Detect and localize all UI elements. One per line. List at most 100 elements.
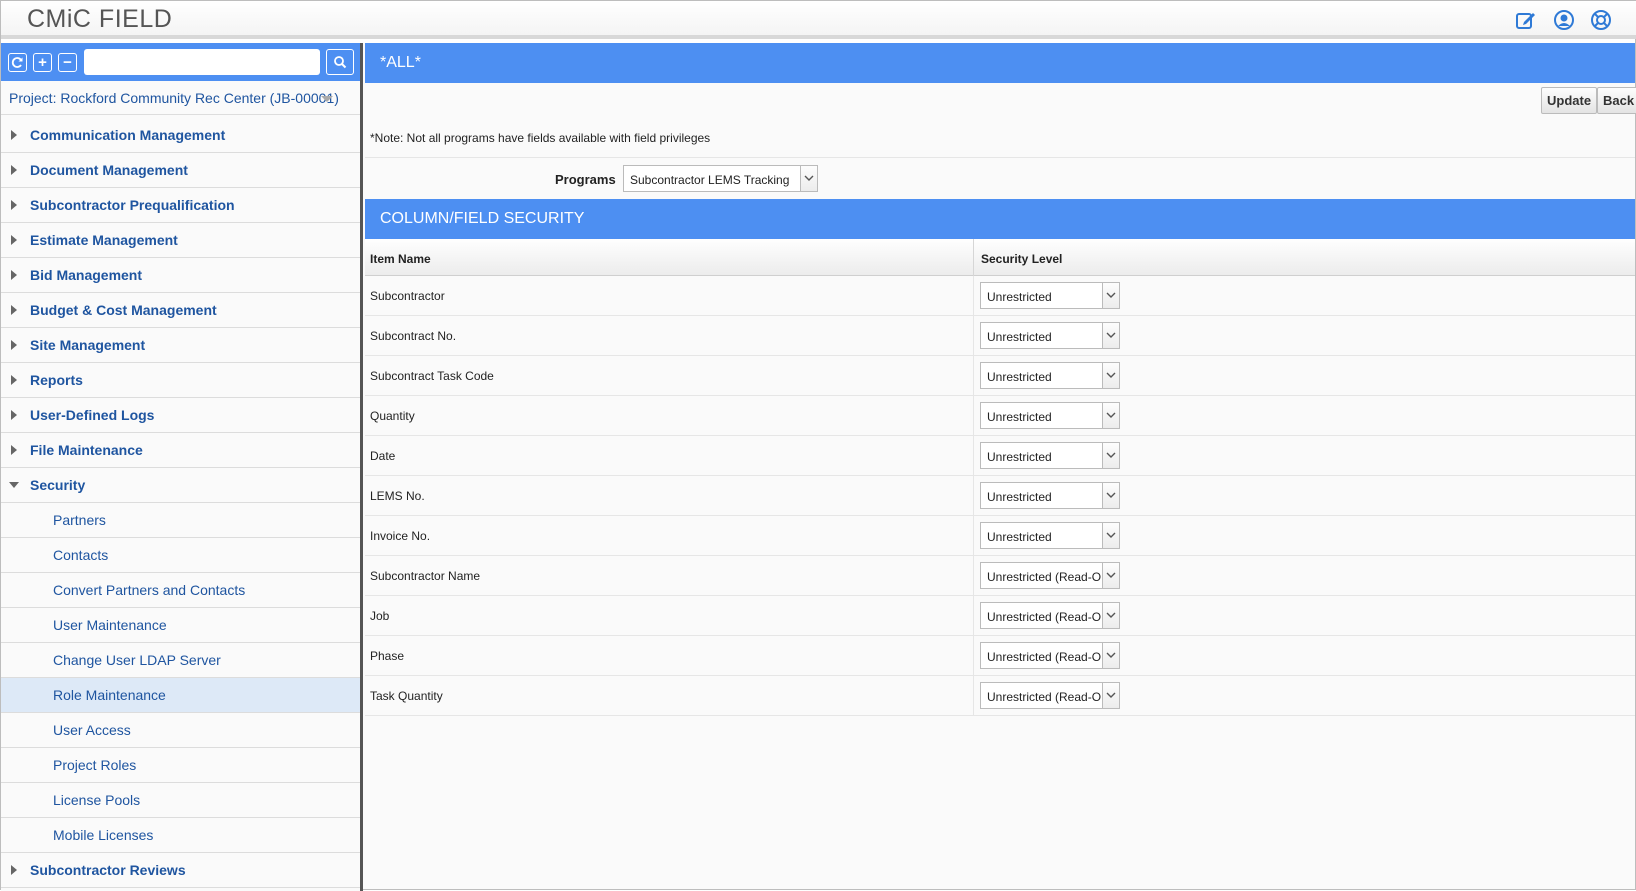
column-divider [973,436,974,476]
sidebar-item-user-access[interactable]: User Access [1,713,360,748]
security-level-select[interactable]: Unrestricted [980,442,1120,469]
caret-right-icon[interactable] [11,375,17,385]
chevron-down-icon [321,96,333,102]
security-level-value: Unrestricted [987,450,1052,464]
caret-right-icon[interactable] [11,305,17,315]
sidebar-item-user-maintenance[interactable]: User Maintenance [1,608,360,643]
caret-right-icon[interactable] [11,130,17,140]
sidebar-item-communication-management[interactable]: Communication Management [1,118,360,153]
refresh-button[interactable] [8,53,27,72]
help-icon[interactable] [1590,9,1612,31]
refresh-icon [11,57,23,68]
chevron-down-icon [1102,283,1119,308]
update-button[interactable]: Update [1541,87,1598,114]
security-level-select[interactable]: Unrestricted (Read-O [980,562,1120,589]
caret-right-icon[interactable] [11,340,17,350]
table-row: Date Unrestricted [365,436,1635,476]
back-button[interactable]: Back [1597,87,1636,114]
sidebar-item-reports[interactable]: Reports [1,363,360,398]
column-divider [973,556,974,596]
sidebar-search-button[interactable] [326,49,354,75]
security-level-select[interactable]: Unrestricted [980,322,1120,349]
sidebar-item-label: Contacts [53,547,109,563]
sidebar-item-convert-partners-and-contacts[interactable]: Convert Partners and Contacts [1,573,360,608]
caret-down-icon[interactable] [9,482,19,488]
collapse-all-button[interactable]: − [58,53,77,72]
user-icon[interactable] [1553,9,1575,31]
sidebar-item-project-roles[interactable]: Project Roles [1,748,360,783]
column-divider [973,636,974,676]
security-level-select[interactable]: Unrestricted [980,282,1120,309]
programs-select-value: Subcontractor LEMS Tracking [630,173,790,187]
caret-right-icon[interactable] [11,165,17,175]
expand-all-button[interactable]: + [33,53,52,72]
caret-right-icon[interactable] [11,445,17,455]
sidebar-item-role-maintenance[interactable]: Role Maintenance [1,678,360,713]
sidebar-item-label: Project Roles [53,757,137,773]
caret-right-icon[interactable] [11,270,17,280]
sidebar-item-label: User-Defined Logs [30,407,155,423]
project-selector[interactable]: Project: Rockford Community Rec Center (… [1,81,360,115]
security-level-select[interactable]: Unrestricted [980,402,1120,429]
caret-right-icon[interactable] [11,200,17,210]
sidebar-item-mobile-licenses[interactable]: Mobile Licenses [1,818,360,853]
app-header: CMiC FIELD [1,1,1636,39]
edit-icon[interactable] [1515,9,1537,31]
sidebar-item-label: Convert Partners and Contacts [53,582,246,598]
sidebar-item-estimate-management[interactable]: Estimate Management [1,223,360,258]
caret-right-icon[interactable] [11,235,17,245]
sidebar-item-subcontractor-reviews[interactable]: Subcontractor Reviews [1,853,360,888]
security-level-value: Unrestricted (Read-O [987,610,1101,624]
security-level-select[interactable]: Unrestricted (Read-O [980,642,1120,669]
sidebar-item-label: Site Management [30,337,146,353]
sidebar-item-budget-cost-management[interactable]: Budget & Cost Management [1,293,360,328]
column-divider [973,239,974,276]
security-level-value: Unrestricted [987,370,1052,384]
caret-right-icon[interactable] [11,865,17,875]
caret-right-icon[interactable] [11,410,17,420]
sidebar-item-security[interactable]: Security [1,468,360,503]
security-level-value: Unrestricted [987,410,1052,424]
item-name: Date [370,449,396,463]
table-header: Item Name Security Level [365,239,1635,276]
sidebar-item-label: License Pools [53,792,141,808]
sidebar-item-contacts[interactable]: Contacts [1,538,360,573]
table-body: Subcontractor Unrestricted Subcontract No.… [365,276,1635,716]
item-name: Quantity [370,409,415,423]
chevron-down-icon [1102,643,1119,668]
sidebar-search-input[interactable] [84,49,320,75]
search-icon [334,56,347,69]
security-level-select[interactable]: Unrestricted [980,522,1120,549]
sidebar-item-document-management[interactable]: Document Management [1,153,360,188]
sidebar-item-label: Security [30,477,86,493]
field-security-table: Item Name Security Level Subcontractor Un… [365,239,1635,716]
project-label: Project: Rockford Community Rec Center (… [9,90,339,106]
sidebar-item-label: Subcontractor Prequalification [30,197,235,213]
sidebar-item-license-pools[interactable]: License Pools [1,783,360,818]
column-divider [973,356,974,396]
sidebar-item-subcontractor-prequalification[interactable]: Subcontractor Prequalification [1,188,360,223]
item-name: LEMS No. [370,489,425,503]
chevron-down-icon [800,166,817,191]
column-header-item-name[interactable]: Item Name [370,252,431,266]
sidebar-item-label: Estimate Management [30,232,178,248]
main-content: *ALL* Update Back *Note: Not all program… [363,43,1636,889]
security-level-select[interactable]: Unrestricted [980,482,1120,509]
security-level-value: Unrestricted [987,490,1052,504]
sidebar-item-user-defined-logs[interactable]: User-Defined Logs [1,398,360,433]
sidebar-item-bid-management[interactable]: Bid Management [1,258,360,293]
sidebar-item-change-user-ldap-server[interactable]: Change User LDAP Server [1,643,360,678]
programs-row: Programs Subcontractor LEMS Tracking [365,157,1635,199]
column-divider [973,396,974,436]
page-title: *ALL* [380,54,421,71]
sidebar-item-file-maintenance[interactable]: File Maintenance [1,433,360,468]
security-level-select[interactable]: Unrestricted [980,362,1120,389]
column-divider [973,516,974,556]
programs-select[interactable]: Subcontractor LEMS Tracking [623,165,818,192]
security-level-select[interactable]: Unrestricted (Read-O [980,682,1120,709]
sidebar-item-partners[interactable]: Partners [1,503,360,538]
page-title-bar: *ALL* [365,43,1635,83]
column-header-security-level[interactable]: Security Level [981,252,1062,266]
security-level-select[interactable]: Unrestricted (Read-O [980,602,1120,629]
sidebar-item-site-management[interactable]: Site Management [1,328,360,363]
